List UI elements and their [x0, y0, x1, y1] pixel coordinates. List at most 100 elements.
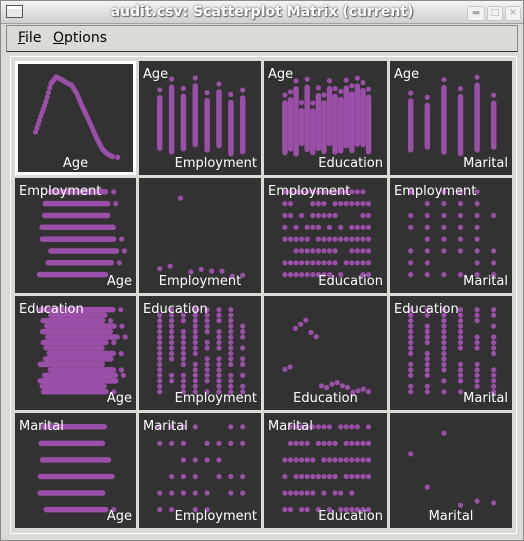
- data-point: [287, 236, 294, 242]
- data-point: [424, 329, 430, 335]
- x-axis-label: Marital: [463, 391, 508, 406]
- data-point: [180, 440, 186, 446]
- data-point: [338, 88, 344, 94]
- density-point: [198, 266, 204, 272]
- data-point: [169, 507, 175, 513]
- matrix-cell-education-vs-marital[interactable]: Education Marital: [390, 296, 512, 410]
- data-point: [180, 383, 186, 389]
- data-point: [204, 356, 210, 362]
- data-point: [408, 383, 414, 389]
- minimize-icon[interactable]: ▬: [467, 6, 485, 21]
- menu-options[interactable]: Options: [53, 30, 107, 46]
- data-point: [474, 372, 480, 378]
- data-point: [304, 272, 310, 278]
- matrix-cell-education-vs-employment[interactable]: Education Employment: [139, 296, 261, 410]
- data-point: [228, 372, 234, 378]
- data-point: [441, 318, 447, 324]
- density-point: [308, 329, 314, 336]
- data-point: [315, 224, 321, 230]
- data-point: [408, 248, 414, 254]
- data-point: [491, 334, 497, 340]
- data-point: [441, 212, 447, 219]
- data-point: [304, 440, 310, 446]
- data-point: [491, 378, 497, 384]
- data-point: [408, 272, 414, 278]
- matrix-cell-education-vs-education[interactable]: Education: [264, 296, 387, 410]
- data-point: [287, 201, 294, 207]
- x-axis-label: Education: [318, 274, 383, 289]
- data-point: [365, 212, 372, 219]
- data-point: [204, 318, 210, 324]
- data-point: [192, 383, 198, 389]
- data-point: [120, 372, 126, 378]
- data-point: [157, 87, 163, 93]
- data-point: [408, 345, 414, 351]
- data-point: [310, 212, 316, 219]
- data-point: [228, 312, 234, 318]
- data-point: [240, 490, 246, 496]
- menu-file[interactable]: File: [18, 30, 41, 46]
- matrix-cell-marital-vs-employment[interactable]: Marital Employment: [139, 413, 261, 528]
- data-point: [354, 224, 360, 230]
- matrix-cell-education-vs-age[interactable]: Education Age: [15, 296, 136, 410]
- data-point: [408, 212, 414, 219]
- data-point: [321, 212, 327, 219]
- matrix-cell-employment-vs-employment[interactable]: Employment: [139, 178, 261, 293]
- data-point: [169, 490, 175, 496]
- data-point: [192, 457, 198, 463]
- data-point: [228, 378, 234, 384]
- data-point: [343, 260, 349, 266]
- data-point: [338, 457, 344, 463]
- data-point: [349, 236, 355, 242]
- data-point: [204, 90, 210, 96]
- y-axis-label: Age: [268, 67, 294, 82]
- y-axis-label: Employment: [268, 184, 351, 199]
- data-point: [491, 307, 497, 313]
- data-point: [293, 457, 299, 463]
- data-point: [304, 457, 310, 463]
- matrix-cell-age-vs-employment[interactable]: Age Employment: [139, 61, 261, 175]
- data-point: [315, 236, 321, 242]
- matrix-cell-marital-vs-marital[interactable]: Marital: [390, 413, 512, 528]
- data-point: [424, 356, 430, 362]
- maximize-icon[interactable]: □: [487, 6, 503, 21]
- density-point: [298, 321, 304, 327]
- matrix-cell-employment-vs-marital[interactable]: Employment Marital: [390, 178, 512, 293]
- data-point: [293, 224, 299, 230]
- data-point: [293, 473, 299, 480]
- data-point: [228, 318, 234, 324]
- matrix-cell-age-vs-age[interactable]: Age: [15, 61, 136, 175]
- data-point: [441, 323, 447, 329]
- matrix-cell-employment-vs-education[interactable]: Employment Education: [264, 178, 387, 293]
- data-point: [441, 248, 447, 254]
- matrix-cell-marital-vs-age[interactable]: Marital Age: [15, 413, 136, 528]
- matrix-cell-marital-vs-education[interactable]: Marital Education: [264, 413, 387, 528]
- data-point: [321, 248, 327, 254]
- data-point: [310, 248, 316, 254]
- matrix-cell-age-vs-education[interactable]: Age Education: [264, 61, 387, 175]
- data-point: [216, 367, 222, 373]
- data-point: [299, 507, 305, 513]
- data-point: [408, 323, 414, 329]
- data-point: [180, 372, 186, 378]
- matrix-cell-employment-vs-age[interactable]: Employment Age: [15, 178, 136, 293]
- data-point: [365, 86, 372, 92]
- data-point: [192, 378, 198, 384]
- data-point: [474, 339, 480, 346]
- data-point: [216, 329, 222, 335]
- data-point: [408, 367, 414, 373]
- title-bar[interactable]: audit.csv: Scatterplot Matrix (current) …: [1, 1, 523, 24]
- data-point: [216, 383, 222, 389]
- data-point: [282, 457, 288, 463]
- data-point: [457, 367, 464, 373]
- data-point: [349, 248, 355, 254]
- close-icon[interactable]: ✕: [505, 6, 521, 21]
- data-point: [169, 473, 175, 480]
- data-point: [441, 224, 447, 230]
- data-point: [354, 424, 360, 430]
- matrix-cell-age-vs-marital[interactable]: Age Marital: [390, 61, 512, 175]
- data-point: [424, 361, 430, 367]
- data-point: [408, 389, 414, 395]
- data-point: [326, 248, 333, 254]
- data-point: [282, 201, 288, 207]
